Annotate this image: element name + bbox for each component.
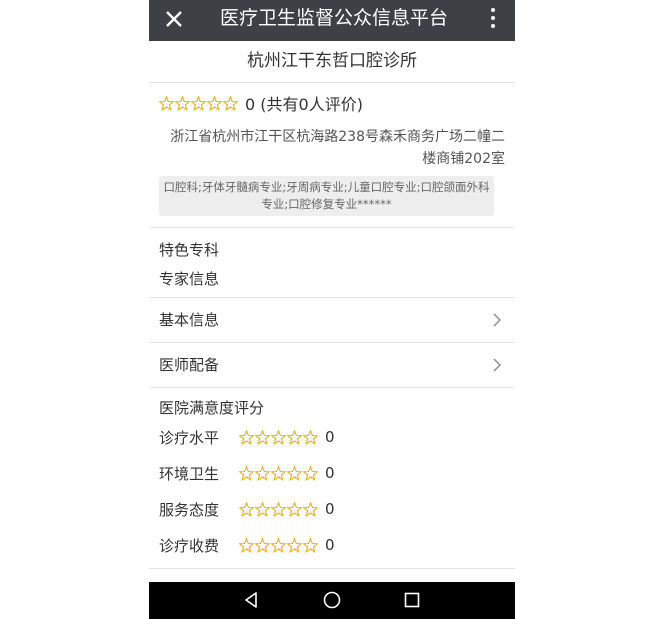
featured-specialty-label[interactable]: 特色专科: [159, 239, 219, 261]
star-icon[interactable]: [287, 501, 302, 517]
satisfaction-stars[interactable]: [239, 501, 319, 517]
staffing-row[interactable]: 医师配备: [149, 343, 515, 387]
back-triangle-icon[interactable]: [241, 589, 263, 611]
satisfaction-label: 诊疗收费: [159, 536, 220, 555]
satisfaction-score: 0: [325, 536, 335, 554]
star-icon[interactable]: [287, 429, 302, 445]
basic-info-row[interactable]: 基本信息: [149, 298, 515, 342]
staffing-label: 医师配备: [159, 356, 220, 374]
star-icon: [191, 95, 206, 111]
satisfaction-score: 0: [325, 428, 335, 446]
star-icon[interactable]: [271, 501, 286, 517]
specialty-list: 口腔科;牙体牙髓病专业;牙周病专业;儿童口腔专业;口腔颌面外科专业;口腔修复专业…: [159, 176, 494, 216]
divider: [149, 568, 515, 569]
star-icon: [175, 95, 190, 111]
title-bar: 医疗卫生监督公众信息平台: [149, 0, 515, 41]
star-icon[interactable]: [303, 465, 318, 481]
rating-text: 0 (共有0人评价): [245, 95, 363, 114]
star-icon[interactable]: [255, 429, 270, 445]
star-icon: [223, 95, 238, 111]
divider: [149, 227, 515, 228]
satisfaction-stars[interactable]: [239, 465, 319, 481]
close-icon[interactable]: [161, 6, 187, 32]
system-navigation-bar: [149, 582, 515, 619]
satisfaction-label: 服务态度: [159, 500, 220, 519]
star-icon[interactable]: [255, 465, 270, 481]
chevron-right-icon: [493, 358, 501, 372]
star-icon[interactable]: [303, 501, 318, 517]
main-content: 杭州江干东哲口腔诊所 0 (共有0人评价) 浙江省杭州市江干区杭海路238号森禾…: [149, 41, 515, 582]
satisfaction-title: 医院满意度评分: [159, 399, 265, 417]
chevron-right-icon: [493, 313, 501, 327]
star-icon[interactable]: [271, 465, 286, 481]
star-icon[interactable]: [255, 501, 270, 517]
satisfaction-label: 诊疗水平: [159, 428, 220, 447]
page-title: 医疗卫生监督公众信息平台: [219, 7, 448, 29]
more-vertical-icon[interactable]: [483, 4, 503, 34]
star-icon[interactable]: [255, 537, 270, 553]
satisfaction-stars[interactable]: [239, 429, 319, 445]
star-icon: [159, 95, 174, 111]
star-icon[interactable]: [287, 537, 302, 553]
satisfaction-row: 服务态度 0: [159, 498, 335, 520]
star-icon[interactable]: [239, 537, 254, 553]
star-icon[interactable]: [287, 465, 302, 481]
rating-stars: [159, 95, 239, 111]
star-icon[interactable]: [239, 501, 254, 517]
star-icon[interactable]: [303, 429, 318, 445]
clinic-rating: 0 (共有0人评价): [159, 92, 363, 114]
star-icon[interactable]: [271, 537, 286, 553]
expert-info-label[interactable]: 专家信息: [159, 268, 219, 290]
star-icon[interactable]: [239, 465, 254, 481]
recents-square-icon[interactable]: [401, 589, 423, 611]
divider: [149, 387, 515, 388]
home-circle-icon[interactable]: [321, 589, 343, 611]
satisfaction-stars[interactable]: [239, 537, 319, 553]
satisfaction-label: 环境卫生: [159, 464, 220, 483]
basic-info-label: 基本信息: [159, 311, 220, 329]
satisfaction-row: 环境卫生 0: [159, 462, 335, 484]
satisfaction-row: 诊疗水平 0: [159, 426, 335, 448]
phone-screen: 医疗卫生监督公众信息平台 杭州江干东哲口腔诊所 0 (共有0人评价) 浙江省杭州…: [149, 0, 515, 619]
star-icon[interactable]: [271, 429, 286, 445]
satisfaction-score: 0: [325, 464, 335, 482]
star-icon: [207, 95, 222, 111]
star-icon[interactable]: [303, 537, 318, 553]
clinic-name: 杭州江干东哲口腔诊所: [149, 41, 515, 83]
star-icon[interactable]: [239, 429, 254, 445]
clinic-address: 浙江省杭州市江干区杭海路238号森禾商务广场二幢二楼商铺202室: [170, 129, 505, 167]
satisfaction-score: 0: [325, 500, 335, 518]
satisfaction-row: 诊疗收费 0: [159, 534, 335, 556]
